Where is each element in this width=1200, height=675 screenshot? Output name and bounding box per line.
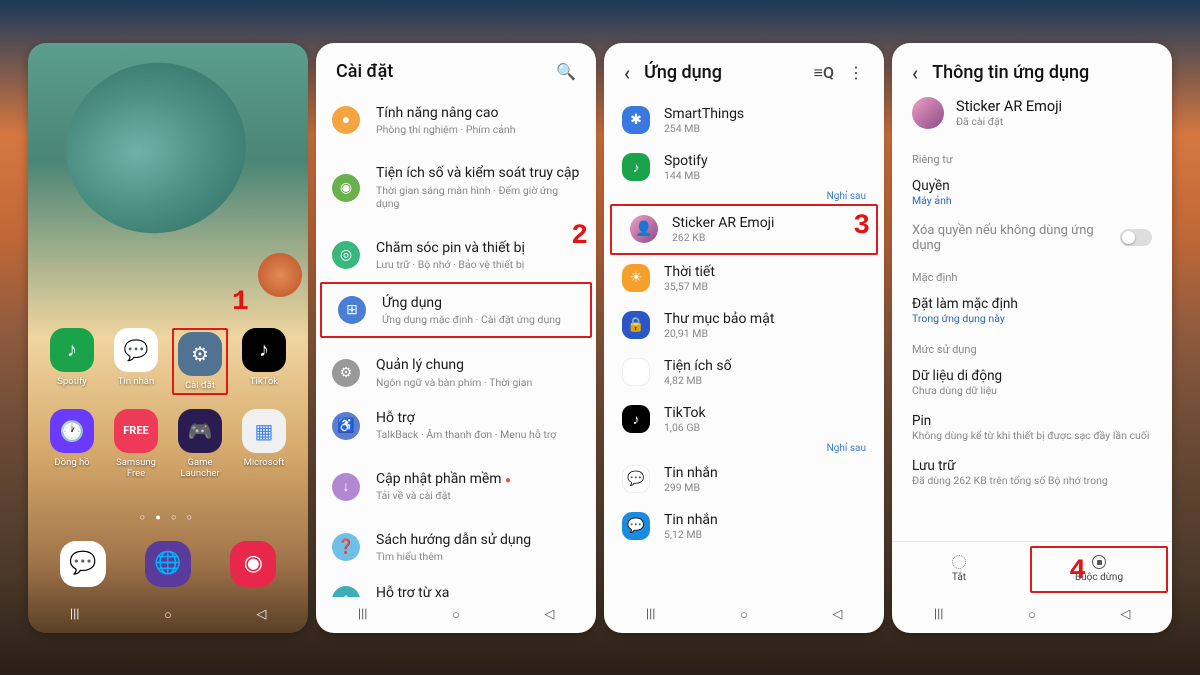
step-number-2: 2 [571,221,588,252]
info-app-status: Đã cài đặt [956,115,1062,128]
app-game-launcher[interactable]: 🎮Game Launcher [172,409,228,479]
nav-home[interactable]: ○ [446,607,466,623]
home-apps-grid: ♪Spotify 💬Tin nhắn ⚙Cài đặt ♪TikTok 🕐Đồn… [28,328,308,479]
dock-messages[interactable]: 💬 [60,541,106,587]
filter-icon[interactable]: ≡Q [814,63,834,83]
action-disable[interactable]: Tắt [892,542,1026,597]
settings-update[interactable]: ↓Cập nhật phần mềm ●Tải về và cài đặt [316,460,596,513]
toggle-revoke[interactable] [1120,229,1152,246]
settings-digital-wellbeing[interactable]: ◉Tiện ích số và kiểm soát truy cậpThời g… [316,154,596,220]
settings-general[interactable]: ⚙Quản lý chungNgôn ngữ và bàn phím · Thờ… [316,346,596,399]
nav-home[interactable]: ○ [734,607,754,623]
phone-settings: Cài đặt 🔍 ●Tính năng nâng caoPhòng thí n… [316,43,596,633]
apps-scroll[interactable]: ✱SmartThings254 MB ♪Spotify144 MB Nghỉ s… [604,97,884,597]
nav-back[interactable]: ◁ [539,607,559,622]
back-icon[interactable]: ‹ [624,61,630,85]
app-digital-wellbeing[interactable]: ◔Tiện ích số4,82 MB [604,349,884,396]
row-mobile-data[interactable]: Dữ liệu di động Chưa dùng dữ liệu [892,360,1172,405]
wallpaper-shape-small [258,253,302,297]
phone-app-info: ‹ Thông tin ứng dụng Sticker AR Emoji Đã… [892,43,1172,633]
dock: 💬 🌐 ◉ [40,533,296,595]
app-tiktok[interactable]: ♪TikTok1,06 GB [604,396,884,443]
apps-title: Ứng dụng [644,62,800,83]
aside-label: Nghỉ sau [604,191,884,204]
app-weather[interactable]: ☀Thời tiết35,57 MB [604,255,884,302]
info-content[interactable]: Riêng tư Quyền Máy ảnh Xóa quyền nếu khô… [892,143,1172,541]
app-messages[interactable]: 💬Tin nhắn [108,328,164,395]
disable-icon [952,555,966,569]
row-revoke-perms[interactable]: Xóa quyền nếu không dùng ứng dụng [892,215,1172,261]
settings-header: Cài đặt 🔍 [316,43,596,94]
app-messages-2[interactable]: 💬Tin nhắn5,12 MB [604,503,884,550]
aside-label: Nghỉ sau [604,443,884,456]
app-clock[interactable]: 🕐Đồng hồ [44,409,100,479]
app-spotify[interactable]: ♪Spotify [44,328,100,395]
nav-bar: ||| ○ ◁ [604,597,884,633]
more-icon[interactable]: ⋮ [848,63,864,82]
info-title: Thông tin ứng dụng [932,62,1152,83]
nav-recents[interactable]: ||| [353,607,373,622]
info-actions: Tắt Buộc dừng [892,541,1172,597]
settings-advanced[interactable]: ●Tính năng nâng caoPhòng thí nghiệm · Ph… [316,94,596,147]
nav-home[interactable]: ○ [1022,607,1042,623]
back-icon[interactable]: ‹ [912,61,918,85]
phone-apps-list: ‹ Ứng dụng ≡Q ⋮ ✱SmartThings254 MB ♪Spot… [604,43,884,633]
search-icon[interactable]: 🔍 [556,62,576,81]
settings-guide[interactable]: ❓Sách hướng dẫn sử dụngTìm hiểu thêm [316,521,596,574]
row-battery[interactable]: Pin Không dùng kể từ khi thiết bị được s… [892,405,1172,450]
action-force-stop[interactable]: Buộc dừng [1030,546,1168,593]
nav-bar: ||| ○ ◁ [316,597,596,633]
step-number-4: 4 [1069,556,1086,587]
nav-back[interactable]: ◁ [827,607,847,622]
row-set-default[interactable]: Đặt làm mặc định Trong ứng dụng này [892,288,1172,333]
settings-apps[interactable]: ⊞Ứng dụngỨng dụng mặc định · Cài đặt ứng… [320,282,592,339]
dock-camera[interactable]: ◉ [230,541,276,587]
section-default: Mặc định [892,261,1172,288]
nav-back[interactable]: ◁ [1115,607,1135,622]
info-header-bar: ‹ Thông tin ứng dụng [892,43,1172,91]
app-sticker-ar-emoji[interactable]: 👤Sticker AR Emoji262 KB [610,204,878,255]
nav-recents[interactable]: ||| [65,607,85,622]
app-smartthings[interactable]: ✱SmartThings254 MB [604,97,884,144]
row-storage[interactable]: Lưu trữ Đã dùng 262 KB trên tổng số Bộ n… [892,450,1172,495]
wallpaper-shape [50,46,261,250]
info-app-header: Sticker AR Emoji Đã cài đặt [892,91,1172,143]
app-secure-folder[interactable]: 🔒Thư mục bảo mật20,91 MB [604,302,884,349]
settings-title: Cài đặt [336,61,542,82]
force-stop-icon [1092,555,1106,569]
app-microsoft[interactable]: ▦Microsoft [236,409,292,479]
app-settings[interactable]: ⚙Cài đặt [172,328,228,395]
dock-internet[interactable]: 🌐 [145,541,191,587]
apps-header: ‹ Ứng dụng ≡Q ⋮ [604,43,884,97]
row-permissions[interactable]: Quyền Máy ảnh [892,170,1172,215]
nav-back[interactable]: ◁ [251,607,271,622]
app-samsung-free[interactable]: FREESamsung Free [108,409,164,479]
nav-recents[interactable]: ||| [929,607,949,622]
app-messages-1[interactable]: 💬Tin nhắn299 MB [604,456,884,503]
nav-bar: ||| ○ ◁ [892,597,1172,633]
nav-recents[interactable]: ||| [641,607,661,622]
settings-remote[interactable]: ◈Hỗ trợ từ xaHỗ trợ từ xa [316,574,596,597]
step-number-3: 3 [853,211,870,242]
app-avatar [912,97,944,129]
section-usage: Mức sử dụng [892,333,1172,360]
nav-home[interactable]: ○ [158,607,178,623]
settings-device-care[interactable]: ◎Chăm sóc pin và thiết bịLưu trữ · Bộ nh… [316,229,596,282]
page-indicator: ○ ● ○ ○ [28,512,308,523]
app-spotify[interactable]: ♪Spotify144 MB [604,144,884,191]
nav-bar: ||| ○ ◁ [28,597,308,633]
section-privacy: Riêng tư [892,143,1172,170]
step-number-1: 1 [232,287,249,318]
app-tiktok[interactable]: ♪TikTok [236,328,292,395]
settings-list[interactable]: ●Tính năng nâng caoPhòng thí nghiệm · Ph… [316,94,596,597]
info-app-name: Sticker AR Emoji [956,98,1062,115]
settings-accessibility[interactable]: ♿Hỗ trợTalkBack · Âm thanh đơn · Menu hỗ… [316,399,596,452]
phone-home-screen: ♪Spotify 💬Tin nhắn ⚙Cài đặt ♪TikTok 🕐Đồn… [28,43,308,633]
